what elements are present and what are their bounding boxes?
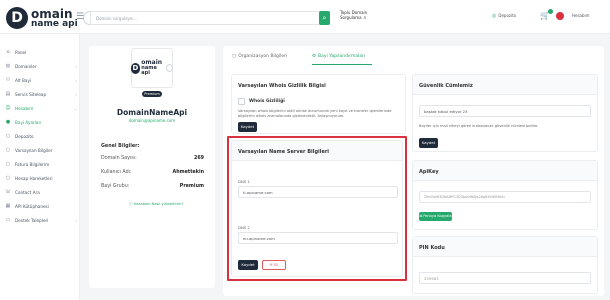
dot-icon: ○ [5,161,11,167]
pin-panel: PIN Kodu 255983 [412,236,598,294]
sidebar-item-domains[interactable]: ◍ Domainler › [5,62,77,70]
sidebar-item-subdealer[interactable]: ⚇ Alt Bayi › [5,76,77,84]
account-label: Hesabım [572,13,590,18]
globe-icon: ◍ [5,63,11,69]
home-icon: ⌂ [6,49,10,55]
language-button[interactable] [556,12,564,20]
sidebar-item-api-library[interactable]: ▦ API Kütüphanesi [5,202,77,210]
tab-dealer-config[interactable]: ⚙ Bayi Yapılandırmaları [312,54,365,59]
security-description: Bayiler için mail sifreyi gören kullanıl… [419,124,539,128]
sidebar-item-panel[interactable]: ⌂ Panel [5,48,77,56]
whois-description: Varsayılan whois bilgilerini aktif olmak… [238,109,392,118]
logo-line2: name api [31,18,78,29]
account-button[interactable]: Hesabım [572,12,590,20]
whois-title: Varsayılan Whois Gizlilik Bilgisi [238,83,326,89]
gear-icon: ⚙ [312,54,317,59]
active-tab-indicator [312,64,372,65]
profile-email: domain@apiname.com [128,118,176,123]
profile-name: DomainNameApi [116,108,188,117]
copy-apikey-button[interactable]: ⧉ Panoya Kopyala [419,212,452,221]
flag-icon [556,12,564,20]
security-input[interactable]: baştak kabul ediyor 23 [419,105,591,117]
dot-icon: ○ [5,147,11,153]
sidebar-item-support[interactable]: ▭ Destek Talepleri › [5,216,77,224]
doc-icon: ▢ [232,54,237,59]
tab-organization[interactable]: ▢ Organizasyon Bilgileri [232,54,287,59]
pin-value[interactable]: 255983 [419,272,591,284]
sidebar-item-transactions[interactable]: ○ Hesap Hareketleri [5,174,77,182]
bulk-query-line2: Sorgulama [340,15,362,20]
security-panel: Güvenlik Cümlemiz baştak kabul ediyor 23… [412,74,598,152]
chevron-down-icon: ⌄ [73,105,77,111]
search-input[interactable]: Domain sorgulayın... [90,11,321,25]
chevron-right-icon: › [75,77,77,83]
wallet-icon: ◎ [492,13,497,19]
cart-icon: 🛒 [540,9,553,20]
apikey-panel: ApiKey 29bf4a9f3D6AMPC3D3bw0W6jq28gNYkN5… [412,160,598,230]
apikey-title: ApiKey [419,169,439,175]
whois-privacy-checkbox[interactable] [238,98,245,105]
search-button[interactable]: ⌕ [319,11,330,25]
ticket-icon: ▭ [5,217,11,223]
sidebar-item-services[interactable]: ▤ Servis Siteleap › [5,90,77,98]
sidebar-item-dealer-settings[interactable]: ● Bayi Ayarları [5,118,77,126]
premium-badge: Premium [142,91,162,97]
dot-icon: ● [5,119,11,125]
apikey-value[interactable]: 29bf4a9f3D6AMPC3D3bw0W6jq28gNYkN5Mb5c [419,191,591,203]
info-row: Bayi Grubu: Premium [101,184,204,189]
sidebar-item-contact[interactable]: ☏ Contact Ara [5,188,77,196]
logo-line1: omain [31,6,73,21]
info-row: Domain Sayısı: 269 [101,156,204,161]
whois-save-button[interactable]: Kaydet [238,122,257,132]
users-icon: ⚇ [5,77,11,83]
sidebar-item-defaults[interactable]: ○ Varsayılan Bilgiler [5,146,77,154]
pin-title: PIN Kodu [419,245,445,251]
phone-icon: ☏ [5,189,12,195]
whois-panel: Varsayılan Whois Gizlilik Bilgisi Whois … [231,74,406,134]
security-save-button[interactable]: Kaydet [419,138,438,148]
info-row: Kullanıcı Adı: Ahmettekin [101,170,204,175]
chevron-right-icon: › [75,217,77,223]
balance-button[interactable]: ◎ Depozito [492,12,516,20]
chevron-right-icon: › [75,91,77,97]
sidebar-item-account[interactable]: ☺ Hesabım ⌄ [5,104,77,112]
profile-card: D omain name api Premium DomainNameApi d… [89,46,215,288]
sidebar-item-billing[interactable]: ○ Fatura Bilgilerim [5,160,77,168]
avatar: D omain name api [130,48,174,88]
security-title: Güvenlik Cümlemiz [419,83,473,89]
logo-mark: D [6,7,28,29]
bulk-query-button[interactable]: Toplu Domain Sorgulama ⌕ [340,10,367,21]
sidebar-item-deposit[interactable]: ○ Depozito [5,132,77,140]
dot-icon: ○ [5,175,11,181]
sidebar: ⌂ Panel ◍ Domainler › ⚇ Alt Bayi › ▤ Servis Si… [0,34,80,300]
menu-toggle-icon[interactable]: ☰ [76,12,84,22]
logo-badge-icon [166,64,174,72]
cart-button[interactable]: 🛒 [540,9,553,20]
upgrade-link[interactable]: ⓘ Hesabımı Nasıl yükseltirim? [129,202,183,207]
top-bar: D omain name api ☰ Domain sorgulayın... … [0,0,610,34]
search-icon: ⌕ [363,15,367,21]
chevron-right-icon: › [75,63,77,69]
dot-icon: ○ [5,133,11,139]
general-info-title: Genel Bilgiler: [101,144,140,149]
user-icon: ☺ [5,105,11,111]
balance-label: Depozito [498,13,517,18]
server-icon: ▤ [5,91,11,97]
whois-privacy-label: Whois Gizliliği [249,99,285,104]
grid-icon: ▦ [5,203,11,209]
highlight-box [227,136,407,281]
